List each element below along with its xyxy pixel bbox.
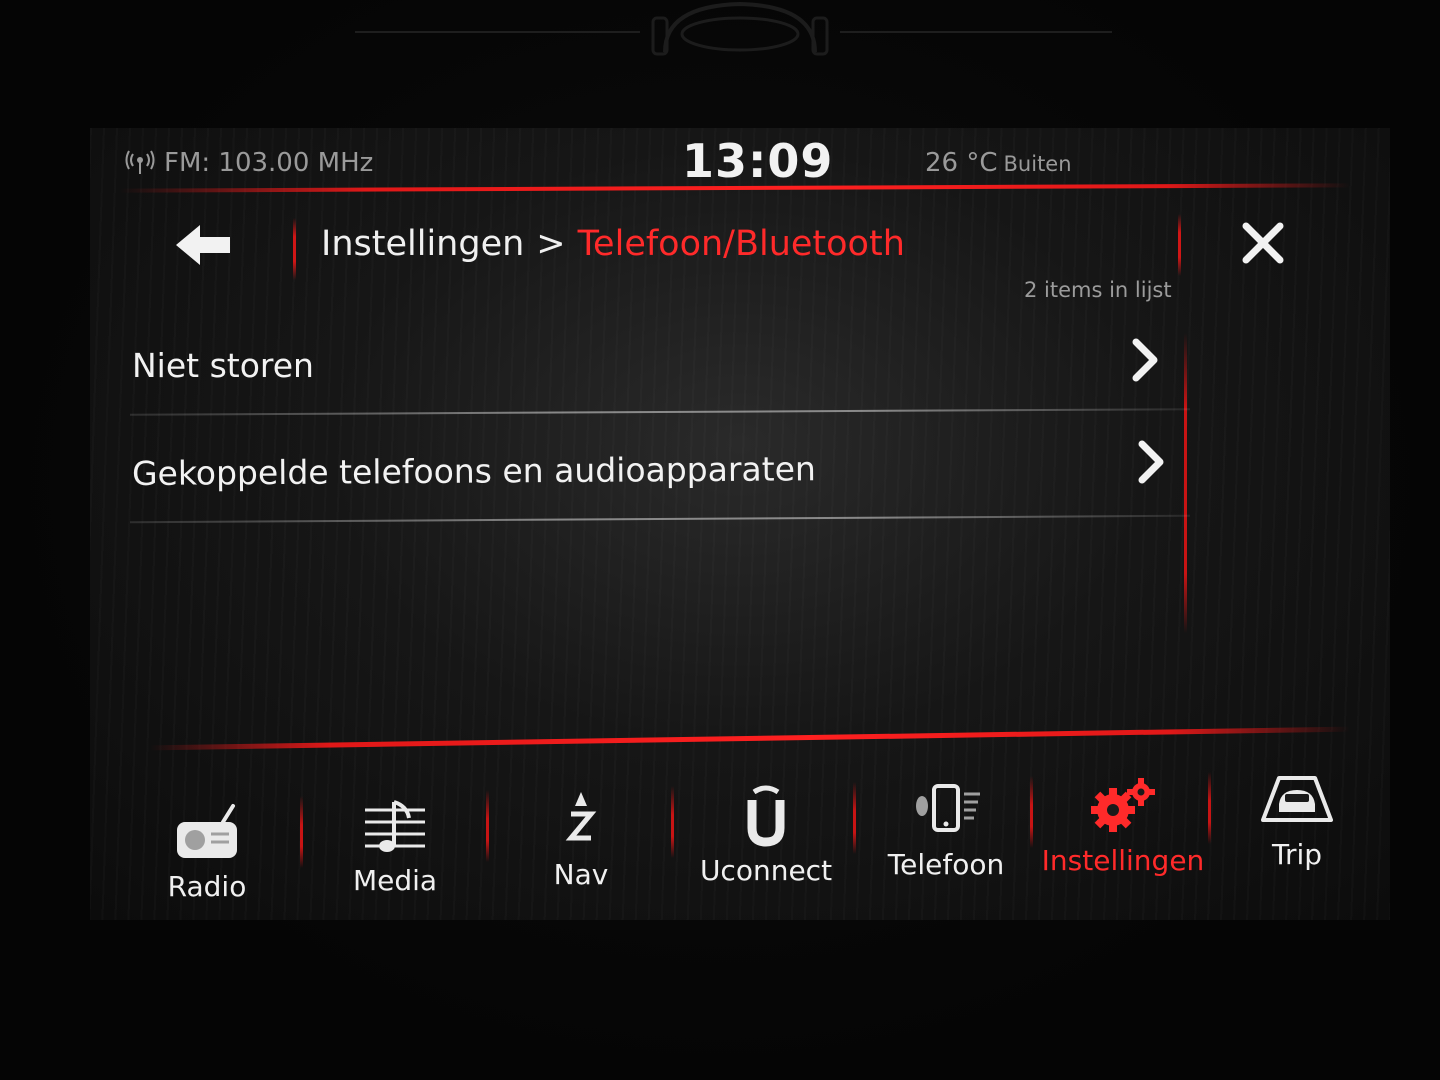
breadcrumb-parent[interactable]: Instellingen bbox=[321, 224, 524, 264]
bottom-nav: Radio Media Nav Uconnect Telefoon Instel… bbox=[90, 758, 1390, 918]
items-count: 2 items in lijst bbox=[1024, 278, 1172, 302]
breadcrumb-separator: > bbox=[536, 224, 566, 264]
nav-separator bbox=[671, 786, 674, 858]
close-icon[interactable] bbox=[1238, 218, 1288, 268]
header-separator-right bbox=[1178, 214, 1181, 276]
nav-separator bbox=[300, 796, 303, 868]
bezel-line-right bbox=[840, 31, 1112, 33]
nav-uconnect[interactable]: Uconnect bbox=[681, 758, 851, 908]
nav-trip[interactable]: Trip bbox=[1212, 758, 1382, 908]
music-note-icon bbox=[365, 800, 425, 852]
compass-icon bbox=[565, 792, 597, 841]
list-item-label: Niet storen bbox=[132, 346, 314, 385]
nav-divider bbox=[150, 726, 1350, 751]
chevron-right-icon bbox=[1132, 338, 1158, 382]
temperature-label: Buiten bbox=[1003, 152, 1072, 176]
radio-frequency: FM: 103.00 MHz bbox=[164, 148, 374, 178]
nav-label: Uconnect bbox=[699, 854, 833, 887]
nav-radio[interactable]: Radio bbox=[122, 758, 292, 908]
nav-telefoon[interactable]: Telefoon bbox=[861, 758, 1031, 908]
header-separator-left bbox=[293, 218, 296, 280]
list-right-border bbox=[1184, 333, 1187, 633]
nav-media[interactable]: Media bbox=[310, 758, 480, 908]
breadcrumb: Instellingen > Telefoon/Bluetooth bbox=[321, 224, 905, 264]
temperature-value: 26 °C bbox=[925, 148, 998, 178]
breadcrumb-current: Telefoon/Bluetooth bbox=[577, 224, 905, 264]
device-bezel: FM: 103.00 MHz 13:09 26 °C Buiten Instell… bbox=[0, 0, 1440, 1080]
chevron-right-icon bbox=[1138, 440, 1164, 484]
signal-icon bbox=[125, 150, 155, 174]
radio-icon bbox=[177, 804, 237, 858]
uconnect-icon bbox=[747, 785, 785, 847]
list-item-label: Gekoppelde telefoons en audioapparaten bbox=[131, 449, 816, 493]
list-item[interactable]: Niet storen bbox=[132, 318, 1172, 408]
nav-instellingen[interactable]: Instellingen bbox=[1038, 758, 1208, 908]
nav-label: Nav bbox=[553, 858, 609, 891]
bezel-line-left bbox=[355, 31, 640, 33]
nav-label: Instellingen bbox=[1041, 844, 1205, 877]
clock: 13:09 bbox=[682, 134, 834, 188]
outside-temperature: 26 °C Buiten bbox=[925, 148, 1072, 178]
nav-label: Media bbox=[352, 864, 438, 897]
car-icon bbox=[1261, 776, 1333, 822]
phone-bluetooth-icon bbox=[916, 784, 980, 832]
nav-label: Radio bbox=[167, 870, 247, 903]
nav-nav[interactable]: Nav bbox=[496, 758, 666, 908]
nav-separator bbox=[853, 782, 856, 854]
status-bar: FM: 103.00 MHz 13:09 26 °C Buiten bbox=[90, 128, 1390, 188]
nav-separator bbox=[1208, 772, 1211, 844]
list-item[interactable]: Gekoppelde telefoons en audioapparaten bbox=[132, 426, 1172, 516]
brand-logo-icon bbox=[651, 1, 829, 56]
infotainment-screen: FM: 103.00 MHz 13:09 26 °C Buiten Instell… bbox=[90, 128, 1390, 920]
nav-separator bbox=[486, 790, 489, 862]
nav-separator bbox=[1030, 776, 1033, 848]
nav-label: Telefoon bbox=[887, 848, 1005, 881]
list-divider bbox=[130, 408, 1190, 416]
back-arrow-icon[interactable] bbox=[168, 220, 238, 270]
list-divider bbox=[130, 514, 1190, 524]
gear-icon bbox=[1091, 778, 1155, 832]
nav-label: Trip bbox=[1271, 838, 1323, 871]
